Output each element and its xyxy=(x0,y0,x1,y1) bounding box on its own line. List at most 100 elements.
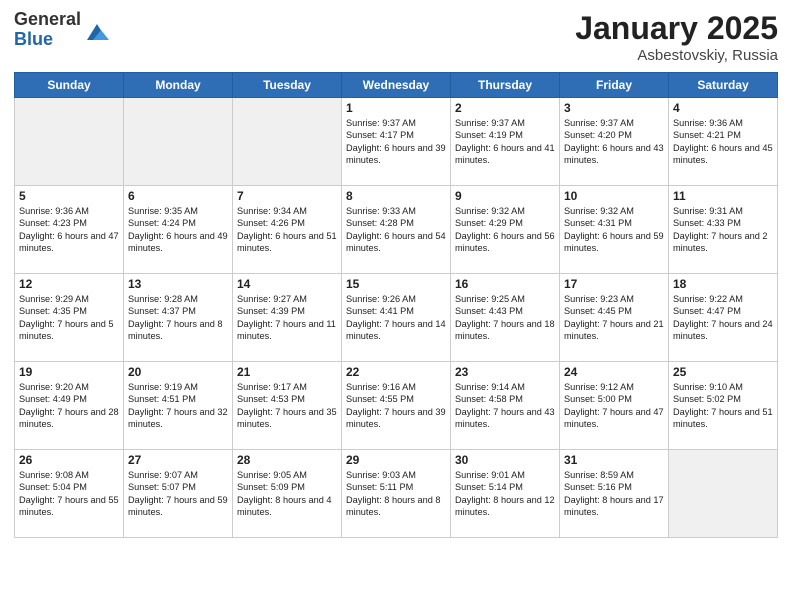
cell-date: 18 xyxy=(673,277,773,291)
cell-date: 26 xyxy=(19,453,119,467)
calendar-week-row: 1 Sunrise: 9:37 AM Sunset: 4:17 PM Daylig… xyxy=(15,98,778,186)
cell-date: 20 xyxy=(128,365,228,379)
table-row: 4 Sunrise: 9:36 AM Sunset: 4:21 PM Daylig… xyxy=(669,98,778,186)
cell-date: 30 xyxy=(455,453,555,467)
cell-info: Sunrise: 9:17 AM Sunset: 4:53 PM Dayligh… xyxy=(237,381,337,431)
cell-date: 15 xyxy=(346,277,446,291)
calendar-header-row: Sunday Monday Tuesday Wednesday Thursday… xyxy=(15,73,778,98)
cell-info: Sunrise: 9:10 AM Sunset: 5:02 PM Dayligh… xyxy=(673,381,773,431)
cell-info: Sunrise: 9:08 AM Sunset: 5:04 PM Dayligh… xyxy=(19,469,119,519)
cell-info: Sunrise: 9:14 AM Sunset: 4:58 PM Dayligh… xyxy=(455,381,555,431)
cell-date: 7 xyxy=(237,189,337,203)
cell-info: Sunrise: 9:28 AM Sunset: 4:37 PM Dayligh… xyxy=(128,293,228,343)
table-row xyxy=(15,98,124,186)
table-row: 25 Sunrise: 9:10 AM Sunset: 5:02 PM Dayli… xyxy=(669,362,778,450)
table-row: 7 Sunrise: 9:34 AM Sunset: 4:26 PM Daylig… xyxy=(233,186,342,274)
cell-date: 5 xyxy=(19,189,119,203)
table-row: 19Sunrise: 9:20 AM Sunset: 4:49 PM Dayli… xyxy=(15,362,124,450)
table-row: 9Sunrise: 9:32 AM Sunset: 4:29 PM Daylig… xyxy=(451,186,560,274)
table-row: 27 Sunrise: 9:07 AM Sunset: 5:07 PM Dayli… xyxy=(124,450,233,538)
table-row: 28 Sunrise: 9:05 AM Sunset: 5:09 PM Dayli… xyxy=(233,450,342,538)
table-row: 29 Sunrise: 9:03 AM Sunset: 5:11 PM Dayli… xyxy=(342,450,451,538)
calendar-week-row: 5Sunrise: 9:36 AM Sunset: 4:23 PM Daylig… xyxy=(15,186,778,274)
table-row: 15Sunrise: 9:26 AM Sunset: 4:41 PM Dayli… xyxy=(342,274,451,362)
table-row: 21 Sunrise: 9:17 AM Sunset: 4:53 PM Dayli… xyxy=(233,362,342,450)
cell-date: 1 xyxy=(346,101,446,115)
cell-date: 6 xyxy=(128,189,228,203)
cell-info: Sunrise: 9:37 AM Sunset: 4:20 PM Dayligh… xyxy=(564,117,664,167)
table-row: 22 Sunrise: 9:16 AM Sunset: 4:55 PM Dayli… xyxy=(342,362,451,450)
table-row: 13 Sunrise: 9:28 AM Sunset: 4:37 PM Dayli… xyxy=(124,274,233,362)
table-row: 8 Sunrise: 9:33 AM Sunset: 4:28 PM Daylig… xyxy=(342,186,451,274)
cell-date: 4 xyxy=(673,101,773,115)
col-sunday: Sunday xyxy=(15,73,124,98)
cell-info: Sunrise: 9:31 AM Sunset: 4:33 PM Dayligh… xyxy=(673,205,773,255)
table-row: 12 Sunrise: 9:29 AM Sunset: 4:35 PM Dayli… xyxy=(15,274,124,362)
table-row: 6 Sunrise: 9:35 AM Sunset: 4:24 PM Daylig… xyxy=(124,186,233,274)
cell-date: 8 xyxy=(346,189,446,203)
table-row: 17Sunrise: 9:23 AM Sunset: 4:45 PM Dayli… xyxy=(560,274,669,362)
cell-date: 25 xyxy=(673,365,773,379)
page: General Blue January 2025 Asbestovskiy, … xyxy=(0,0,792,612)
table-row: 24 Sunrise: 9:12 AM Sunset: 5:00 PM Dayli… xyxy=(560,362,669,450)
cell-info: Sunrise: 9:05 AM Sunset: 5:09 PM Dayligh… xyxy=(237,469,337,519)
col-monday: Monday xyxy=(124,73,233,98)
table-row xyxy=(233,98,342,186)
cell-info: Sunrise: 9:32 AM Sunset: 4:31 PM Dayligh… xyxy=(564,205,664,255)
title-block: January 2025 Asbestovskiy, Russia xyxy=(575,10,778,64)
table-row: 2 Sunrise: 9:37 AM Sunset: 4:19 PM Daylig… xyxy=(451,98,560,186)
cell-info: Sunrise: 9:36 AM Sunset: 4:21 PM Dayligh… xyxy=(673,117,773,167)
cell-date: 24 xyxy=(564,365,664,379)
title-month: January 2025 xyxy=(575,10,778,47)
cell-date: 22 xyxy=(346,365,446,379)
cell-info: Sunrise: 9:01 AM Sunset: 5:14 PM Dayligh… xyxy=(455,469,555,519)
cell-info: Sunrise: 9:37 AM Sunset: 4:17 PM Dayligh… xyxy=(346,117,446,167)
table-row: 5Sunrise: 9:36 AM Sunset: 4:23 PM Daylig… xyxy=(15,186,124,274)
cell-date: 3 xyxy=(564,101,664,115)
cell-date: 27 xyxy=(128,453,228,467)
cell-info: Sunrise: 9:35 AM Sunset: 4:24 PM Dayligh… xyxy=(128,205,228,255)
table-row: 11Sunrise: 9:31 AM Sunset: 4:33 PM Dayli… xyxy=(669,186,778,274)
cell-info: Sunrise: 9:25 AM Sunset: 4:43 PM Dayligh… xyxy=(455,293,555,343)
cell-info: Sunrise: 9:03 AM Sunset: 5:11 PM Dayligh… xyxy=(346,469,446,519)
cell-date: 28 xyxy=(237,453,337,467)
logo-general: General xyxy=(14,10,81,30)
cell-info: Sunrise: 9:23 AM Sunset: 4:45 PM Dayligh… xyxy=(564,293,664,343)
logo-blue: Blue xyxy=(14,30,81,50)
cell-info: Sunrise: 9:37 AM Sunset: 4:19 PM Dayligh… xyxy=(455,117,555,167)
cell-date: 21 xyxy=(237,365,337,379)
table-row: 26 Sunrise: 9:08 AM Sunset: 5:04 PM Dayli… xyxy=(15,450,124,538)
cell-info: Sunrise: 9:19 AM Sunset: 4:51 PM Dayligh… xyxy=(128,381,228,431)
cell-info: Sunrise: 9:12 AM Sunset: 5:00 PM Dayligh… xyxy=(564,381,664,431)
cell-info: Sunrise: 9:20 AM Sunset: 4:49 PM Dayligh… xyxy=(19,381,119,431)
calendar-week-row: 12 Sunrise: 9:29 AM Sunset: 4:35 PM Dayli… xyxy=(15,274,778,362)
cell-info: Sunrise: 9:34 AM Sunset: 4:26 PM Dayligh… xyxy=(237,205,337,255)
cell-date: 31 xyxy=(564,453,664,467)
header: General Blue January 2025 Asbestovskiy, … xyxy=(14,10,778,64)
logo: General Blue xyxy=(14,10,111,50)
cell-date: 13 xyxy=(128,277,228,291)
table-row: 3 Sunrise: 9:37 AM Sunset: 4:20 PM Daylig… xyxy=(560,98,669,186)
table-row: 18Sunrise: 9:22 AM Sunset: 4:47 PM Dayli… xyxy=(669,274,778,362)
table-row xyxy=(669,450,778,538)
table-row: 31Sunrise: 8:59 AM Sunset: 5:16 PM Dayli… xyxy=(560,450,669,538)
cell-date: 10 xyxy=(564,189,664,203)
cell-info: Sunrise: 9:29 AM Sunset: 4:35 PM Dayligh… xyxy=(19,293,119,343)
cell-info: Sunrise: 9:16 AM Sunset: 4:55 PM Dayligh… xyxy=(346,381,446,431)
table-row: 16 Sunrise: 9:25 AM Sunset: 4:43 PM Dayli… xyxy=(451,274,560,362)
cell-info: Sunrise: 9:07 AM Sunset: 5:07 PM Dayligh… xyxy=(128,469,228,519)
cell-date: 2 xyxy=(455,101,555,115)
cell-date: 16 xyxy=(455,277,555,291)
table-row: 30 Sunrise: 9:01 AM Sunset: 5:14 PM Dayli… xyxy=(451,450,560,538)
cell-date: 14 xyxy=(237,277,337,291)
col-friday: Friday xyxy=(560,73,669,98)
table-row: 14Sunrise: 9:27 AM Sunset: 4:39 PM Dayli… xyxy=(233,274,342,362)
table-row: 23Sunrise: 9:14 AM Sunset: 4:58 PM Dayli… xyxy=(451,362,560,450)
title-location: Asbestovskiy, Russia xyxy=(575,47,778,64)
cell-info: Sunrise: 9:33 AM Sunset: 4:28 PM Dayligh… xyxy=(346,205,446,255)
cell-date: 9 xyxy=(455,189,555,203)
cell-date: 29 xyxy=(346,453,446,467)
table-row: 20 Sunrise: 9:19 AM Sunset: 4:51 PM Dayli… xyxy=(124,362,233,450)
cell-date: 12 xyxy=(19,277,119,291)
logo-text: General Blue xyxy=(14,10,81,50)
